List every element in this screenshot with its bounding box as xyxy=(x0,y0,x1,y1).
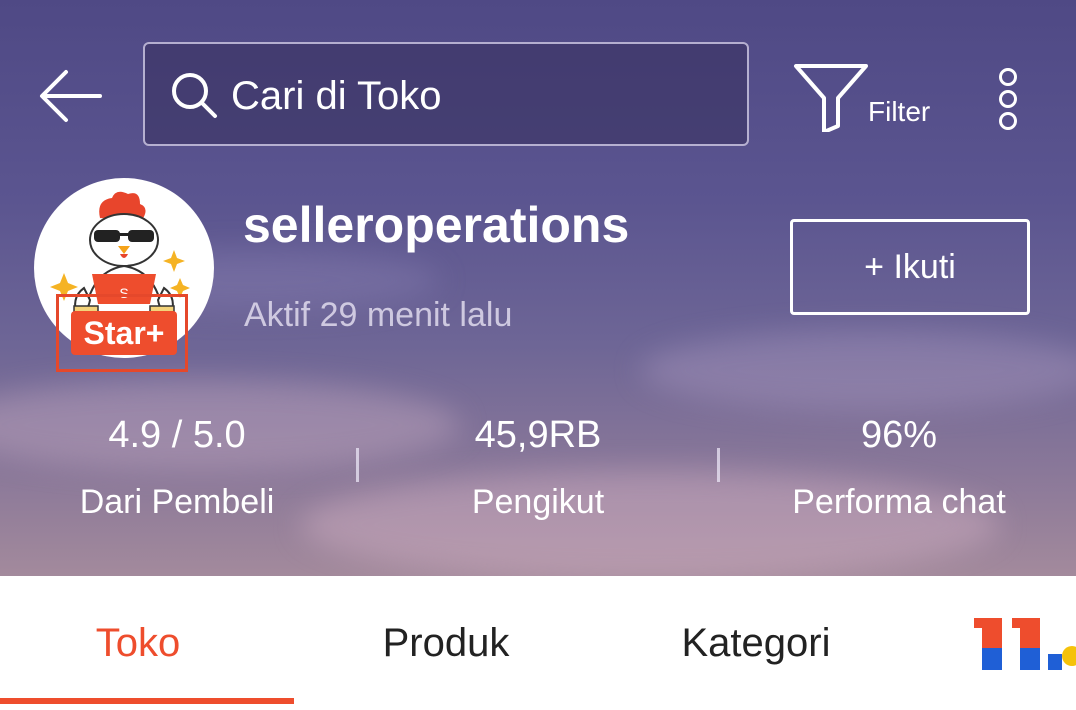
more-vertical-icon xyxy=(999,68,1017,86)
stat-divider xyxy=(717,448,720,482)
search-placeholder: Cari di Toko xyxy=(231,74,442,118)
stat-value: 96% xyxy=(860,414,938,456)
more-vertical-icon xyxy=(999,112,1017,130)
stat-label: Dari Pembeli xyxy=(79,483,275,521)
stat-value: 4.9 / 5.0 xyxy=(108,414,246,456)
follow-button[interactable]: + Ikuti xyxy=(790,219,1030,315)
background-cloud xyxy=(640,330,1076,410)
search-icon xyxy=(172,73,217,118)
more-vertical-icon xyxy=(999,90,1017,108)
shop-tab-bar: Toko Produk Kategori xyxy=(0,576,1076,704)
more-options-button[interactable] xyxy=(990,64,1026,130)
stat-label: Performa chat xyxy=(792,483,1006,521)
stat-label: Pengikut xyxy=(471,483,605,521)
stat-followers[interactable]: 45,9RB Pengikut xyxy=(388,412,688,522)
shop-search-input[interactable]: Cari di Toko xyxy=(143,42,749,146)
star-plus-label: Star+ xyxy=(71,311,177,355)
filter-funnel-icon xyxy=(794,64,868,132)
filter-label: Filter xyxy=(868,96,931,127)
filter-button[interactable]: Filter xyxy=(792,62,942,134)
back-button[interactable] xyxy=(36,62,108,134)
stat-chat-performance[interactable]: 96% Performa chat xyxy=(749,412,1049,522)
stat-value: 45,9RB xyxy=(474,414,602,456)
stat-divider xyxy=(356,448,359,482)
tab-kategori[interactable]: Kategori xyxy=(614,576,898,704)
promo-11-button[interactable] xyxy=(972,616,1076,672)
active-status: Aktif 29 menit lalu xyxy=(244,296,513,334)
shop-name: selleroperations xyxy=(243,197,630,253)
active-tab-indicator xyxy=(0,698,294,704)
back-arrow-icon xyxy=(40,70,102,122)
star-plus-badge: Star+ xyxy=(56,294,188,372)
shop-header: Cari di Toko Filter S Star+ selleroperat… xyxy=(0,0,1076,576)
stat-rating[interactable]: 4.9 / 5.0 Dari Pembeli xyxy=(27,412,327,522)
promo-11-icon xyxy=(974,618,1076,670)
tab-produk[interactable]: Produk xyxy=(306,576,586,704)
tab-toko[interactable]: Toko xyxy=(0,576,276,704)
